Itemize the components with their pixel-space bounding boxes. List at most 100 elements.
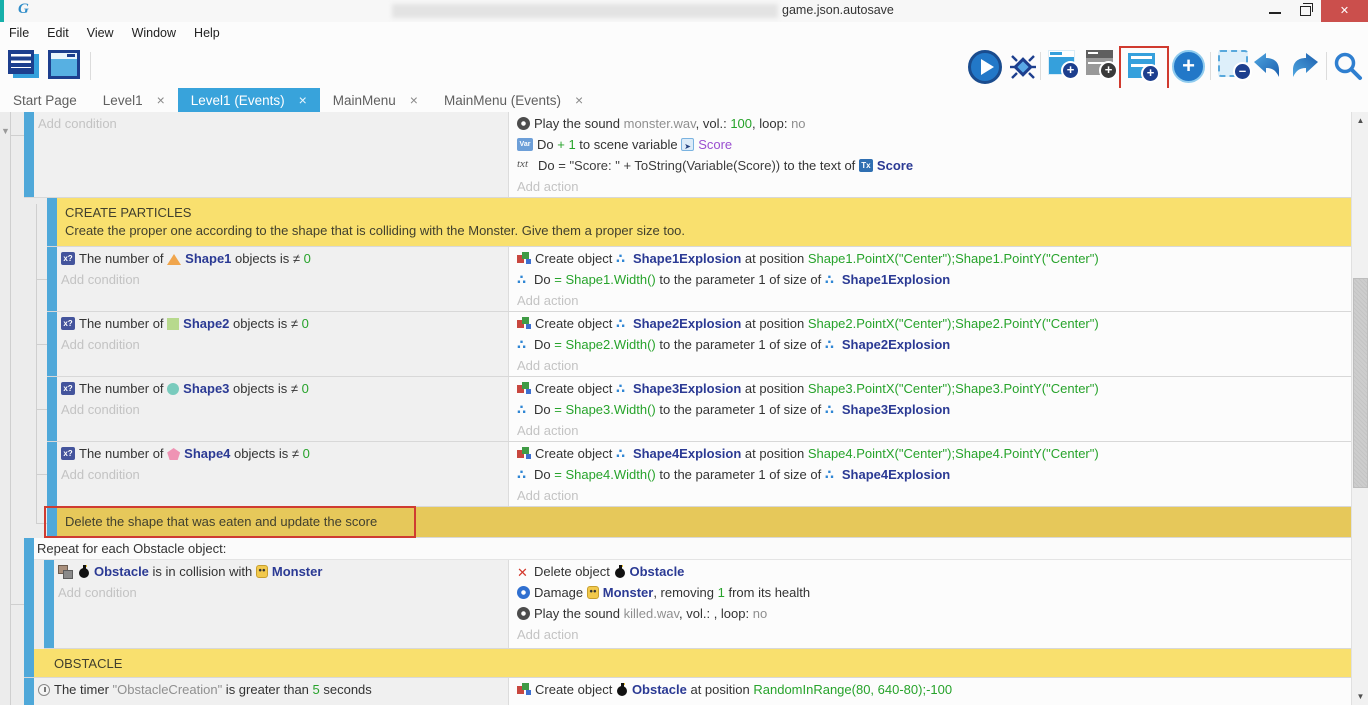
condition-row[interactable]: The timer "ObstacleCreation" is greater …: [38, 679, 508, 700]
condition-row[interactable]: The number of Shape3 objects is ≠ 0: [61, 378, 508, 399]
comment-body[interactable]: CREATE PARTICLESCreate the proper one ac…: [57, 198, 1351, 246]
restore-button[interactable]: [1290, 0, 1321, 22]
event-selector-bar[interactable]: [24, 678, 34, 705]
event-block: The number of Shape1 objects is ≠ 0Add c…: [47, 247, 1351, 312]
repeat-header[interactable]: Repeat for each Obstacle object:: [34, 538, 1351, 560]
tab-level1[interactable]: Level1×: [90, 88, 178, 112]
add-action-button[interactable]: Add action: [517, 485, 1351, 506]
event-selector-bar[interactable]: [47, 312, 57, 376]
comment-body[interactable]: OBSTACLE: [34, 649, 1351, 677]
add-action-button[interactable]: Add action: [517, 290, 1351, 311]
project-manager-icon[interactable]: [8, 50, 34, 74]
add-external-events-icon[interactable]: [1086, 50, 1113, 75]
action-row[interactable]: Create object Shape3Explosion at positio…: [517, 378, 1351, 399]
tab-close-icon[interactable]: ×: [157, 92, 165, 108]
scroll-down-icon[interactable]: ▼: [1352, 688, 1368, 705]
start-page-icon[interactable]: [48, 50, 80, 79]
action-row[interactable]: Create object Shape2Explosion at positio…: [517, 313, 1351, 334]
play-icon[interactable]: [968, 50, 1002, 84]
debug-icon[interactable]: [1008, 52, 1038, 85]
menu-edit[interactable]: Edit: [38, 26, 78, 40]
tab-mainmenu[interactable]: MainMenu×: [320, 88, 431, 112]
add-condition-button[interactable]: Add condition: [58, 582, 508, 603]
menu-file[interactable]: File: [0, 26, 38, 40]
variable-badge-icon: [517, 138, 533, 151]
event-block: The number of Shape3 objects is ≠ 0Add c…: [47, 377, 1351, 442]
add-action-button[interactable]: Add action: [517, 624, 1351, 645]
add-event-icon[interactable]: [1128, 53, 1155, 78]
search-icon[interactable]: [1332, 50, 1364, 85]
event-selector-bar[interactable]: [24, 538, 34, 649]
add-action-button[interactable]: Add action: [517, 176, 1351, 197]
undo-icon[interactable]: [1252, 52, 1284, 83]
event-selector-bar[interactable]: [47, 247, 57, 311]
event-selector-bar[interactable]: [24, 649, 34, 677]
conditions-column: Add condition: [34, 112, 508, 197]
tab-mainmenu-events-[interactable]: MainMenu (Events)×: [431, 88, 596, 112]
action-row[interactable]: Do = "Score: " + ToString(Variable(Score…: [517, 155, 1351, 176]
add-condition-button[interactable]: Add condition: [61, 334, 508, 355]
event-selector-bar[interactable]: [47, 198, 57, 246]
tab-close-icon[interactable]: ×: [299, 92, 307, 108]
event-selector-bar[interactable]: [47, 377, 57, 441]
condition-row[interactable]: The number of Shape4 objects is ≠ 0: [61, 443, 508, 464]
menu-help[interactable]: Help: [185, 26, 229, 40]
particles-icon: [825, 338, 838, 351]
comment-title: Delete the shape that was eaten and upda…: [65, 513, 1343, 531]
add-scene-icon[interactable]: [1048, 50, 1075, 75]
condition-row[interactable]: The number of Shape1 objects is ≠ 0: [61, 248, 508, 269]
action-row[interactable]: Do = Shape4.Width() to the parameter 1 o…: [517, 464, 1351, 485]
action-row[interactable]: Play the sound killed.wav, vol.: , loop:…: [517, 603, 1351, 624]
event-selector-bar[interactable]: [47, 507, 57, 537]
scrollbar-thumb[interactable]: [1353, 278, 1368, 488]
actions-column: Delete object ObstacleDamage Monster, re…: [508, 560, 1351, 648]
tab-close-icon[interactable]: ×: [410, 92, 418, 108]
action-row[interactable]: Do = Shape2.Width() to the parameter 1 o…: [517, 334, 1351, 355]
actions-column: Play the sound monster.wav, vol.: 100, l…: [508, 112, 1351, 197]
vertical-scrollbar[interactable]: ▲ ▼: [1351, 112, 1368, 705]
action-row[interactable]: Delete object Obstacle: [517, 561, 1351, 582]
menu-view[interactable]: View: [78, 26, 123, 40]
redo-icon[interactable]: [1288, 52, 1320, 83]
close-button[interactable]: ✕: [1321, 0, 1368, 22]
event-selector-bar[interactable]: [44, 560, 54, 648]
action-row[interactable]: Create object Shape1Explosion at positio…: [517, 248, 1351, 269]
create-object-icon: [517, 382, 531, 395]
condition-row[interactable]: The number of Shape2 objects is ≠ 0: [61, 313, 508, 334]
events-sheet: ▼ Add condition Play the sound monster.wa…: [0, 112, 1368, 705]
teal-accent: [0, 0, 4, 22]
actions-column: Create object Shape2Explosion at positio…: [508, 312, 1351, 376]
action-row[interactable]: Create object Obstacle at position Rando…: [517, 679, 1351, 700]
add-action-button[interactable]: Add action: [517, 355, 1351, 376]
add-action-button[interactable]: Add action: [517, 420, 1351, 441]
event-selector-bar[interactable]: [24, 112, 34, 197]
minimize-button[interactable]: [1259, 0, 1290, 22]
add-condition-button[interactable]: Add condition: [61, 399, 508, 420]
tab-start-page[interactable]: Start Page: [0, 88, 90, 112]
tab-close-icon[interactable]: ×: [575, 92, 583, 108]
comment-text: Create the proper one according to the s…: [65, 222, 1343, 240]
gdevelop-logo-icon: G: [18, 1, 29, 18]
tab-level1-events-[interactable]: Level1 (Events)×: [178, 88, 320, 112]
add-object-icon[interactable]: +: [1172, 50, 1205, 83]
scroll-up-icon[interactable]: ▲: [1352, 112, 1368, 129]
highlight-rectangle: [1119, 46, 1169, 91]
action-row[interactable]: Damage Monster, removing 1 from its heal…: [517, 582, 1351, 603]
action-row[interactable]: Do = Shape1.Width() to the parameter 1 o…: [517, 269, 1351, 290]
add-condition-button[interactable]: Add condition: [61, 464, 508, 485]
particles-icon: [616, 447, 629, 460]
action-row[interactable]: Do + 1 to scene variable Score: [517, 134, 1351, 155]
action-row[interactable]: Do = Shape3.Width() to the parameter 1 o…: [517, 399, 1351, 420]
menu-window[interactable]: Window: [123, 26, 185, 40]
collision-icon: [58, 565, 74, 578]
action-row[interactable]: Play the sound monster.wav, vol.: 100, l…: [517, 113, 1351, 134]
action-row[interactable]: Create object Shape4Explosion at positio…: [517, 443, 1351, 464]
condition-row[interactable]: Obstacle is in collision with Monster: [58, 561, 508, 582]
remove-selection-icon[interactable]: [1218, 50, 1248, 77]
minimize-icon: [1269, 12, 1281, 14]
event-selector-bar[interactable]: [47, 442, 57, 506]
sound-icon: [517, 607, 530, 620]
comment-body[interactable]: Delete the shape that was eaten and upda…: [57, 507, 1351, 537]
add-condition-button[interactable]: Add condition: [38, 113, 508, 134]
add-condition-button[interactable]: Add condition: [61, 269, 508, 290]
